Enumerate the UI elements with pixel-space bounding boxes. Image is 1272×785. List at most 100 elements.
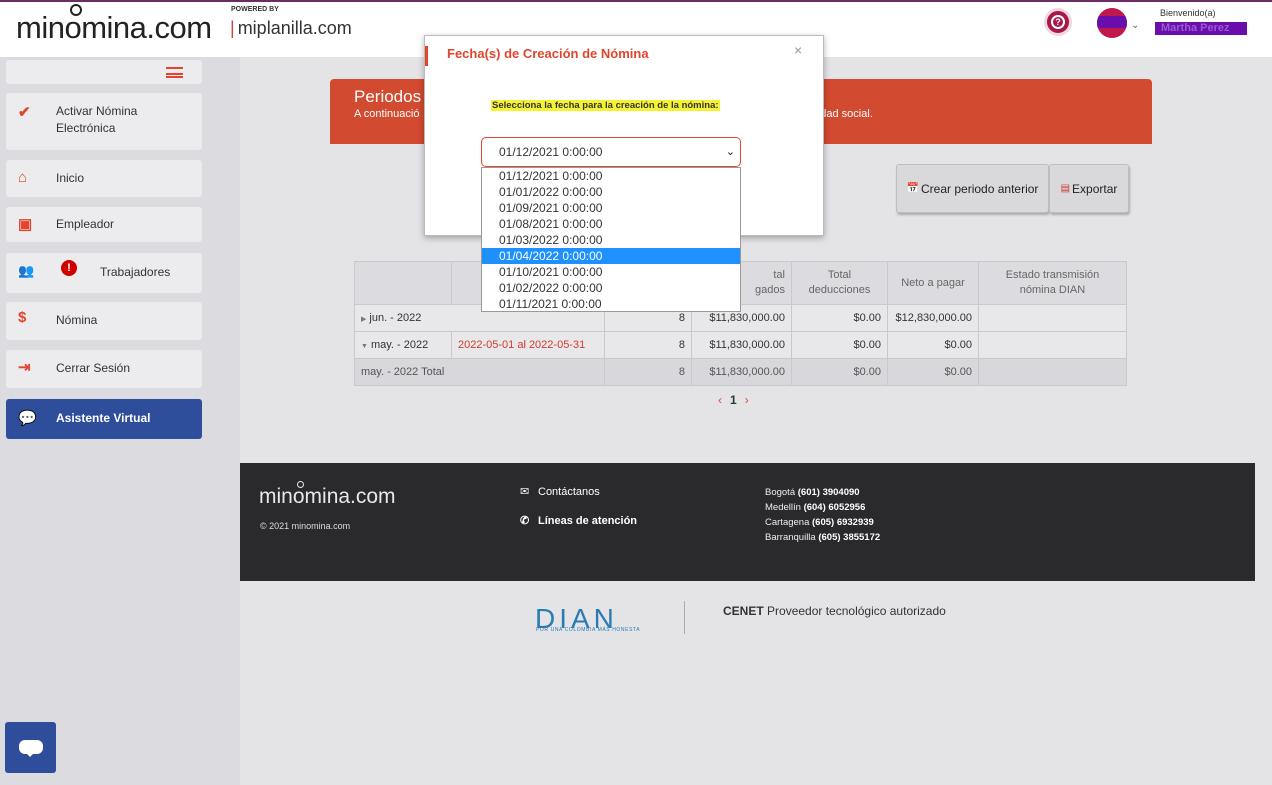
button-label: Exportar xyxy=(1072,181,1118,196)
user-avatar[interactable] xyxy=(1097,8,1127,38)
count-cell: 8 xyxy=(604,358,692,386)
dian-tagline: POR UNA COLOMBIA MÁS HONESTA xyxy=(536,627,641,633)
sidebar-item-label: Asistente Virtual xyxy=(56,411,151,425)
table-header-deducciones: Total deducciones xyxy=(791,261,888,305)
table-header-neto: Neto a pagar xyxy=(887,261,979,305)
select-option[interactable]: 01/09/2021 0:00:00 xyxy=(482,200,740,216)
page-number[interactable]: 1 xyxy=(730,393,737,407)
sidebar-item-label: Activar Nómina Electrónica xyxy=(56,104,138,135)
user-name: Martha Perez xyxy=(1155,22,1247,35)
modal-title: Fecha(s) de Creación de Nómina xyxy=(447,46,649,61)
contact-link[interactable]: ✉ Contáctanos xyxy=(520,485,600,498)
alert-icon: ! xyxy=(61,260,77,276)
chevron-down-icon: ⌄ xyxy=(725,146,735,158)
caret-right-icon[interactable]: ▶ xyxy=(361,316,366,323)
divider xyxy=(684,601,685,634)
sidebar-item-asistente-virtual[interactable]: 💬 Asistente Virtual xyxy=(6,399,202,439)
chat-icon xyxy=(19,740,43,757)
dollar-icon: $ xyxy=(18,309,27,326)
file-excel-icon: ▤ xyxy=(1060,183,1071,194)
minomina-logo[interactable]: minomina.com xyxy=(16,4,212,46)
select-option[interactable]: 01/03/2022 0:00:00 xyxy=(482,232,740,248)
select-option[interactable]: 01/10/2021 0:00:00 xyxy=(482,264,740,280)
select-option[interactable]: 01/02/2022 0:00:00 xyxy=(482,280,740,296)
help-button[interactable]: ? xyxy=(1044,8,1072,36)
phone-item: Medellín (604) 6052956 xyxy=(765,502,866,513)
table-row[interactable]: ▼ may. - 2022 2022-05-01 al 2022-05-31 8 … xyxy=(354,331,1127,359)
deductions-cell: $0.00 xyxy=(791,358,888,386)
sidebar-item-cerrar-sesion[interactable]: ⇥ Cerrar Sesión xyxy=(6,350,202,388)
select-option[interactable]: 01/01/2022 0:00:00 xyxy=(482,184,740,200)
accrued-cell: $11,830,000.00 xyxy=(691,358,792,386)
users-icon: 👥 xyxy=(18,263,35,278)
footer: minomina.com © 2021 minomina.com ✉ Contác… xyxy=(240,463,1255,581)
deductions-cell: $0.00 xyxy=(791,304,888,332)
create-previous-period-button[interactable]: 📅 Crear periodo anterior xyxy=(896,164,1049,213)
table-total-row: may. - 2022 Total 8 $11,830,000.00 $0.00… xyxy=(354,358,1127,386)
select-option-highlighted[interactable]: 01/04/2022 0:00:00 xyxy=(482,248,740,264)
powered-by-label: POWERED BY xyxy=(231,6,279,13)
phone-list: Bogotá (601) 3904090 Medellín (604) 6052… xyxy=(765,485,880,545)
home-icon: ⌂ xyxy=(18,169,28,186)
hamburger-icon xyxy=(166,67,183,78)
select-option[interactable]: 01/11/2021 0:00:00 xyxy=(482,296,740,312)
chat-bubble-icon: 💬 xyxy=(18,410,37,427)
sidebar-item-nomina[interactable]: $ Nómina xyxy=(6,302,202,340)
modal-prompt: Selecciona la fecha para la creación de … xyxy=(491,100,720,111)
date-options-list[interactable]: 01/12/2021 0:00:00 01/01/2022 0:00:00 01… xyxy=(481,167,741,312)
status-cell xyxy=(978,304,1127,332)
envelope-icon: ✉ xyxy=(520,486,530,498)
copyright: © 2021 minomina.com xyxy=(260,521,351,531)
status-cell xyxy=(978,331,1127,359)
sidebar-item-label: Trabajadores xyxy=(100,265,171,279)
export-button[interactable]: ▤ Exportar xyxy=(1049,164,1129,213)
phone-item: Cartagena (605) 6932939 xyxy=(765,517,874,528)
sidebar-item-label: Cerrar Sesión xyxy=(56,361,131,375)
select-option[interactable]: 01/12/2021 0:00:00 xyxy=(482,168,740,184)
period-cell[interactable]: ▼ may. - 2022 xyxy=(354,331,452,359)
select-option[interactable]: 01/08/2021 0:00:00 xyxy=(482,216,740,232)
chevron-down-icon[interactable]: ⌄ xyxy=(1131,20,1139,31)
lines-link[interactable]: ✆ Líneas de atención xyxy=(520,514,637,527)
cenet-provider: CENET Proveedor tecnológico autorizado xyxy=(723,604,946,618)
sidebar-item-activar-nomina[interactable]: ✔ Activar Nómina Electrónica xyxy=(6,93,202,150)
menu-toggle[interactable] xyxy=(6,60,202,84)
date-select[interactable]: 01/12/2021 0:00:00 ⌄ xyxy=(481,137,741,167)
chat-fab-button[interactable] xyxy=(5,722,56,773)
footer-logo: minomina.com xyxy=(259,481,396,508)
select-value: 01/12/2021 0:00:00 xyxy=(499,145,603,159)
caret-down-icon[interactable]: ▼ xyxy=(361,343,368,350)
miplanilla-logo: | miplanilla.com xyxy=(230,18,352,38)
avatar-tag xyxy=(1097,16,1127,28)
sign-out-icon: ⇥ xyxy=(18,359,31,376)
sidebar: ✔ Activar Nómina Electrónica ⌂ Inicio ▣ … xyxy=(0,57,240,785)
net-cell: $0.00 xyxy=(887,358,979,386)
sidebar-item-trabajadores[interactable]: 👥 ! Trabajadores xyxy=(6,253,202,293)
next-page-icon[interactable]: › xyxy=(745,393,749,407)
total-label: may. - 2022 Total xyxy=(354,358,605,386)
sidebar-item-label: Nómina xyxy=(56,313,98,327)
sidebar-item-inicio[interactable]: ⌂ Inicio xyxy=(6,160,202,197)
sidebar-item-label: Empleador xyxy=(56,217,115,231)
sidebar-item-empleador[interactable]: ▣ Empleador xyxy=(6,207,202,242)
status-cell xyxy=(978,358,1127,386)
modal-accent xyxy=(425,46,428,66)
phone-item: Barranquilla (605) 3855172 xyxy=(765,532,881,543)
phone-icon: ✆ xyxy=(520,515,530,527)
count-cell: 8 xyxy=(604,331,692,359)
accrued-cell: $11,830,000.00 xyxy=(691,331,792,359)
range-link[interactable]: 2022-05-01 al 2022-05-31 xyxy=(451,331,605,359)
pagination: ‹ 1 › xyxy=(710,393,757,407)
close-icon[interactable]: × xyxy=(794,42,802,58)
welcome-label: Bienvenido(a) xyxy=(1160,8,1216,18)
table-header xyxy=(354,261,452,305)
prev-page-icon[interactable]: ‹ xyxy=(718,393,722,407)
check-icon: ✔ xyxy=(18,104,31,121)
phone-item: Bogotá (601) 3904090 xyxy=(765,487,860,498)
sidebar-item-label: Inicio xyxy=(56,171,85,185)
table-header-estado: Estado transmisión nómina DIAN xyxy=(978,261,1127,305)
button-label: Crear periodo anterior xyxy=(921,181,1039,196)
net-cell: $12,830,000.00 xyxy=(887,304,979,332)
calendar-icon: 📅 xyxy=(906,183,920,194)
id-badge-icon: ▣ xyxy=(18,216,33,233)
